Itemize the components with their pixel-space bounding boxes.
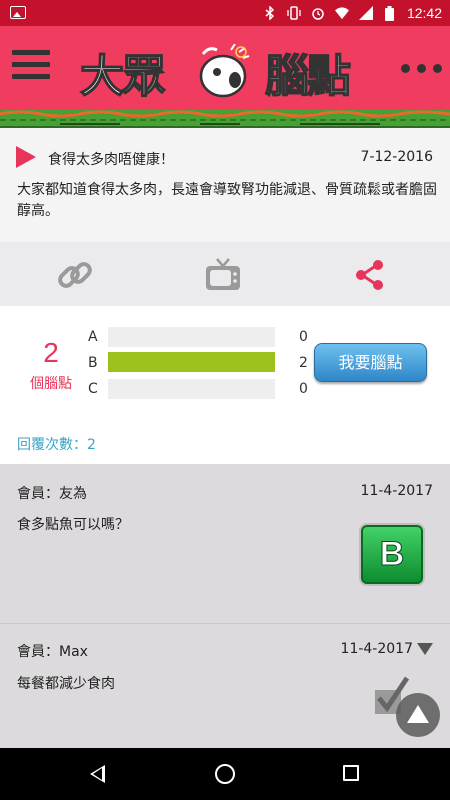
- poll-unit: 個腦點: [30, 376, 72, 392]
- poll-count: 2: [43, 337, 59, 368]
- app-logo: 大眾 腦點: [79, 34, 370, 104]
- chevron-down-icon[interactable]: [417, 643, 433, 655]
- comment-member: 會員：友為: [17, 486, 87, 502]
- option-badge: B: [359, 523, 425, 586]
- status-time: 12:42: [406, 5, 442, 21]
- option-bar-a: [108, 327, 275, 347]
- status-bar: 12:42: [0, 0, 450, 26]
- menu-icon[interactable]: [12, 50, 50, 84]
- app-bar: 大眾 腦點: [0, 26, 450, 110]
- post-title: 食得太多肉唔健康！: [48, 152, 174, 168]
- scroll-to-top-button[interactable]: [396, 693, 440, 737]
- logo-text-left: 大眾: [79, 50, 167, 103]
- option-label-c: C: [88, 381, 98, 397]
- home-icon[interactable]: [215, 764, 235, 784]
- comment-text: 每餐都減少食肉: [17, 676, 115, 692]
- tv-icon[interactable]: [203, 255, 243, 295]
- option-bar-c: [108, 379, 275, 399]
- banner-strip: [0, 110, 450, 128]
- signal-icon: [358, 6, 373, 20]
- vote-button[interactable]: 我要腦點: [314, 343, 427, 382]
- image-notification-icon: [10, 6, 26, 19]
- logo-text-right: 腦點: [264, 50, 352, 103]
- vibrate-icon: [287, 6, 301, 20]
- more-options-icon[interactable]: [401, 64, 442, 73]
- logo-mascot-icon: [199, 44, 250, 98]
- option-votes-b: 2: [299, 355, 308, 371]
- comment-text: 食多點魚可以嗎？: [17, 517, 129, 533]
- back-icon[interactable]: [90, 765, 105, 783]
- play-icon[interactable]: [16, 146, 36, 168]
- comment-date: 11-4-2017: [340, 641, 413, 657]
- post-date: 7-12-2016: [360, 149, 433, 165]
- share-icon[interactable]: [350, 255, 390, 295]
- option-label-b: B: [88, 355, 98, 371]
- link-icon[interactable]: [55, 255, 95, 295]
- wifi-icon: [334, 6, 349, 20]
- battery-icon: [383, 5, 397, 21]
- reply-count[interactable]: 回覆次數：2: [17, 434, 96, 454]
- alarm-icon: [311, 6, 325, 20]
- comment-member: 會員：Max: [17, 644, 88, 660]
- option-bar-b: [108, 352, 275, 372]
- status-icons: 12:42: [263, 3, 442, 23]
- bluetooth-icon: [263, 6, 277, 20]
- recent-apps-icon[interactable]: [343, 765, 359, 781]
- option-votes-c: 0: [299, 381, 308, 397]
- comment-date: 11-4-2017: [360, 483, 433, 499]
- option-votes-a: 0: [299, 329, 308, 345]
- option-label-a: A: [88, 329, 98, 345]
- post-body: 大家都知道食得太多肉，長遠會導致腎功能減退、骨質疏鬆或者膽固醇高。: [17, 182, 437, 219]
